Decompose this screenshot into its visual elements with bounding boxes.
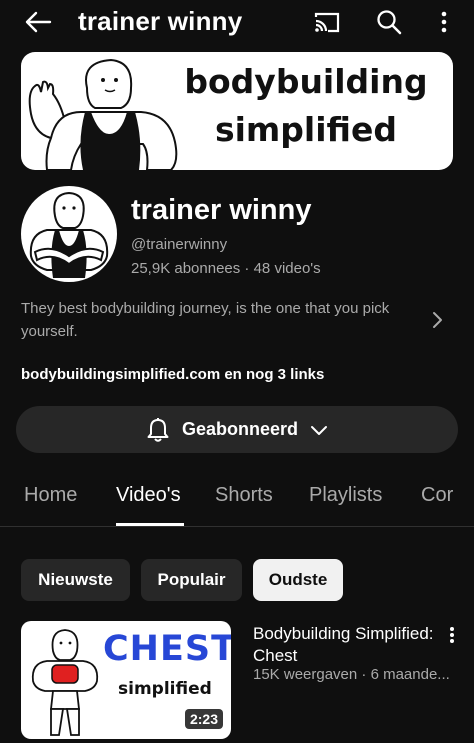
search-icon[interactable]	[370, 4, 408, 40]
banner-line-2: simplified	[214, 110, 398, 149]
avatar-illustration	[29, 191, 109, 278]
subscribed-button[interactable]: Geabonneerd	[16, 406, 458, 453]
chip-popular[interactable]: Populair	[141, 559, 242, 601]
tab-videos[interactable]: Video's	[116, 484, 181, 507]
channel-links[interactable]: bodybuildingsimplified.com en nog 3 link…	[21, 366, 324, 383]
tab-playlists[interactable]: Playlists	[309, 484, 382, 507]
channel-stats: 25,9K abonnees · 48 video's	[131, 260, 321, 277]
banner-line-1: bodybuilding	[184, 62, 428, 101]
subscribed-label: Geabonneerd	[181, 419, 299, 439]
cast-icon[interactable]	[308, 4, 346, 40]
channel-banner: bodybuilding simplified	[21, 52, 453, 170]
back-arrow-icon[interactable]	[18, 4, 58, 40]
page-title: trainer winny	[78, 6, 243, 36]
thumbnail-title: CHEST	[103, 629, 231, 669]
top-app-bar: trainer winny	[0, 0, 474, 44]
chevron-right-icon[interactable]	[426, 309, 448, 331]
channel-tabs: Home Video's Shorts Playlists Cor	[0, 470, 474, 527]
active-tab-indicator	[116, 523, 184, 526]
bell-icon	[146, 417, 170, 443]
channel-avatar[interactable]	[21, 186, 117, 282]
tab-home[interactable]: Home	[24, 484, 77, 507]
tab-community[interactable]: Cor	[421, 484, 453, 507]
chip-oldest[interactable]: Oudste	[253, 559, 343, 601]
video-title[interactable]: Bodybuilding Simplified: Chest	[253, 623, 443, 667]
banner-text: bodybuilding simplified	[171, 58, 441, 154]
tab-shorts[interactable]: Shorts	[215, 484, 273, 507]
channel-handle: @trainerwinny	[131, 236, 228, 253]
channel-name: trainer winny	[131, 194, 312, 226]
video-meta: 15K weergaven · 6 maande...	[253, 666, 450, 683]
thumbnail-subtitle: simplified	[118, 679, 212, 699]
more-vertical-icon[interactable]	[430, 4, 458, 40]
chip-newest[interactable]: Nieuwste	[21, 559, 130, 601]
bodybuilder-illustration	[28, 58, 178, 170]
channel-description[interactable]: They best bodybuilding journey, is the o…	[21, 297, 421, 343]
video-duration: 2:23	[184, 709, 223, 729]
video-thumbnail[interactable]: CHEST simplified 2:23	[21, 621, 231, 739]
video-more-icon[interactable]	[442, 624, 462, 646]
thumbnail-illustration	[31, 629, 99, 736]
chevron-down-icon	[310, 424, 328, 436]
